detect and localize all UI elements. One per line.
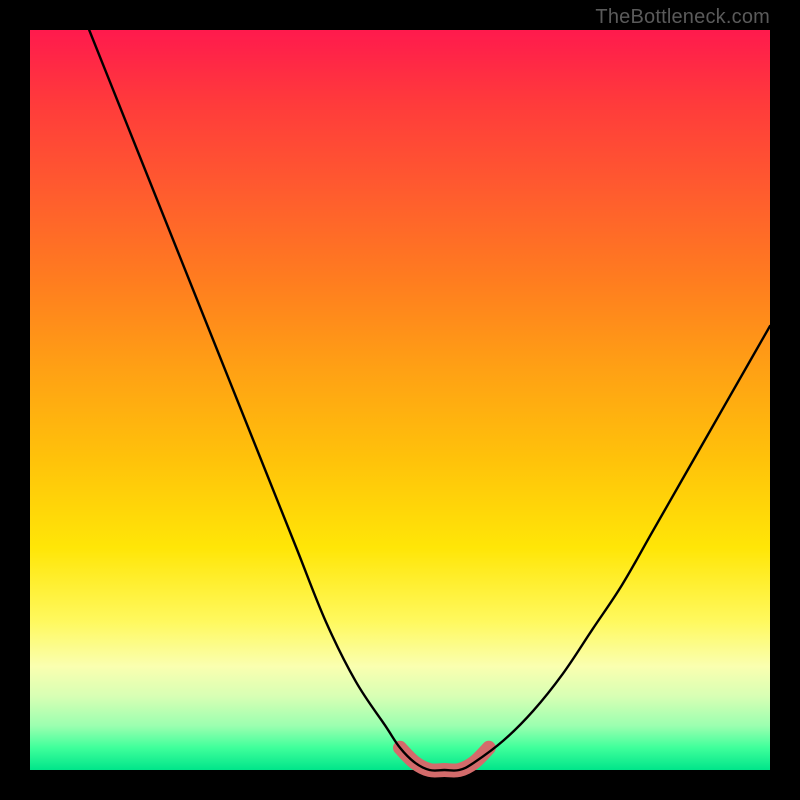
- optimal-band-marker: [400, 748, 489, 771]
- optimal-band-line: [400, 748, 489, 771]
- bottleneck-curve-group: [89, 30, 770, 771]
- chart-frame: TheBottleneck.com: [0, 0, 800, 800]
- watermark-text: TheBottleneck.com: [595, 6, 770, 29]
- plot-area: [30, 30, 770, 770]
- bottleneck-curve-line: [89, 30, 770, 771]
- curve-layer: [30, 30, 770, 770]
